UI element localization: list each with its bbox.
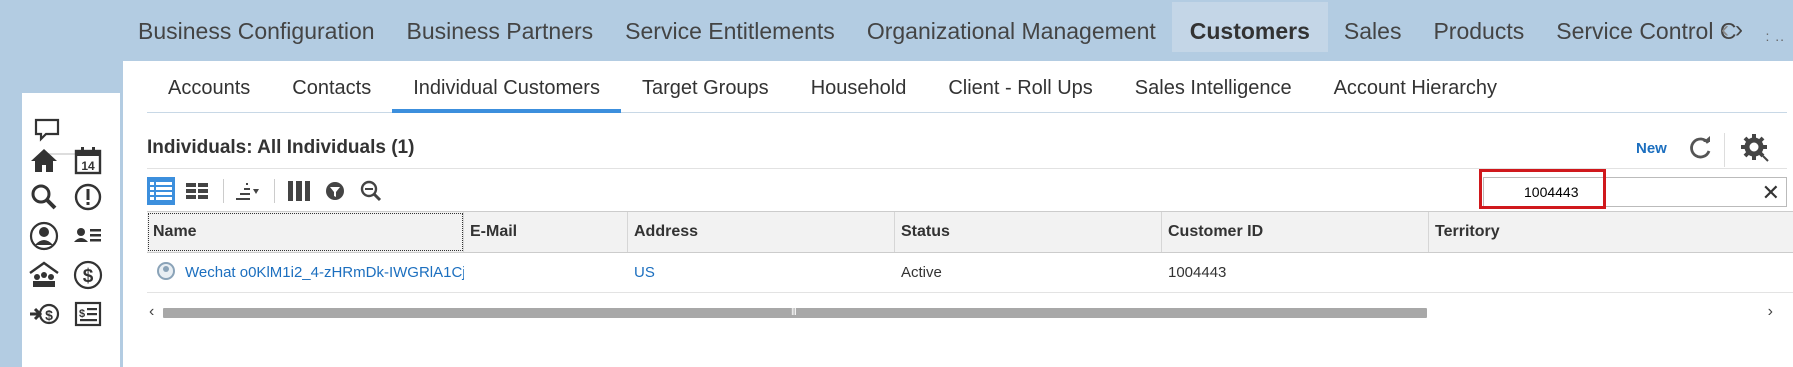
scroll-right-icon[interactable]: › (1768, 303, 1773, 321)
column-header-customer-id[interactable]: Customer ID (1162, 212, 1429, 252)
refresh-icon[interactable] (1686, 134, 1714, 162)
grid-view-icon[interactable] (183, 177, 211, 205)
tab-business-partners[interactable]: Business Partners (391, 2, 610, 52)
gear-icon[interactable] (1739, 132, 1769, 162)
chat-icon[interactable] (32, 115, 62, 145)
home-icon[interactable] (28, 145, 60, 177)
view-tabs: Accounts Contacts Individual Customers T… (147, 61, 1787, 113)
cell-customer-id: 1004443 (1168, 264, 1227, 281)
tab-organizational-management[interactable]: Organizational Management (851, 2, 1172, 52)
tab-contacts[interactable]: Contacts (271, 61, 392, 113)
person-icon[interactable] (28, 220, 60, 252)
column-header-email[interactable]: E-Mail (464, 212, 628, 252)
chevron-right-icon[interactable]: › (1735, 16, 1743, 44)
new-button[interactable]: New (1636, 140, 1667, 157)
svg-text:$: $ (79, 308, 85, 320)
table-row[interactable]: Wechat o0KlM1i2_4-zHRmDk-IWGRlA1Cjc US A… (147, 253, 1793, 293)
list-toolbar (147, 174, 393, 208)
price-list-icon[interactable]: $ (72, 298, 104, 330)
organization-icon[interactable] (28, 259, 60, 291)
search-icon[interactable] (28, 181, 60, 213)
svg-text:$: $ (45, 307, 53, 323)
tab-household[interactable]: Household (790, 61, 928, 113)
scroll-left-icon[interactable]: ‹ (149, 303, 154, 321)
chevron-left-icon[interactable]: ‹ (1721, 16, 1729, 44)
cell-email (464, 253, 628, 292)
list-title: Individuals: All Individuals (1) (147, 137, 415, 158)
alert-icon[interactable] (72, 181, 104, 213)
table-header: Name E-Mail Address Status Customer ID T… (147, 211, 1793, 253)
toolbar-divider (274, 179, 275, 203)
left-icon-bar: 14 $ $ $ (22, 93, 120, 367)
column-header-territory[interactable]: Territory (1429, 212, 1793, 252)
work-center-nav: Business Configuration Business Partners… (122, 0, 1793, 60)
annotation-highlight (1479, 169, 1606, 209)
toolbar-divider (1724, 133, 1725, 167)
tab-account-hierarchy[interactable]: Account Hierarchy (1313, 61, 1518, 113)
payment-icon[interactable]: $ (28, 298, 60, 330)
scrollbar-thumb[interactable]: ||| (163, 305, 1427, 318)
sort-icon[interactable] (234, 177, 262, 205)
tab-customers[interactable]: Customers (1171, 2, 1328, 52)
dollar-icon[interactable]: $ (72, 259, 104, 291)
list-view-icon[interactable] (147, 177, 175, 205)
tab-sales[interactable]: Sales (1328, 2, 1418, 52)
cell-name: Wechat o0KlM1i2_4-zHRmDk-IWGRlA1Cjc (147, 253, 464, 292)
tab-client-roll-ups[interactable]: Client - Roll Ups (927, 61, 1113, 113)
nav-scroll-arrows: ‹ › (1721, 16, 1743, 44)
calendar-icon[interactable]: 14 (72, 145, 104, 177)
tab-target-groups[interactable]: Target Groups (621, 61, 790, 113)
tab-sales-intelligence[interactable]: Sales Intelligence (1114, 61, 1313, 113)
main-panel: Accounts Contacts Individual Customers T… (123, 61, 1793, 367)
tab-accounts[interactable]: Accounts (147, 61, 271, 113)
results-table: Name E-Mail Address Status Customer ID T… (147, 211, 1793, 293)
cell-address: US (628, 253, 895, 292)
horizontal-scrollbar[interactable]: ‹ ||| › (147, 303, 1793, 322)
person-icon (157, 262, 175, 281)
customer-name-link[interactable]: Wechat o0KlM1i2_4-zHRmDk-IWGRlA1Cjc (185, 264, 464, 281)
column-header-name[interactable]: Name (147, 212, 464, 252)
svg-text:$: $ (83, 266, 94, 287)
grip-icon: ||| (791, 305, 797, 316)
ellipsis-icon[interactable]: : .. (1765, 28, 1785, 44)
tab-service-entitlements[interactable]: Service Entitlements (609, 2, 851, 52)
close-icon[interactable]: ✕ (1762, 180, 1780, 206)
filter-icon[interactable] (321, 177, 349, 205)
zoom-search-icon[interactable] (357, 177, 385, 205)
columns-icon[interactable] (285, 177, 313, 205)
column-header-status[interactable]: Status (895, 212, 1162, 252)
contacts-list-icon[interactable] (72, 220, 104, 252)
toolbar-divider (223, 179, 224, 203)
cell-territory (1429, 253, 1793, 292)
column-header-address[interactable]: Address (628, 212, 895, 252)
tab-products[interactable]: Products (1417, 2, 1540, 52)
cell-status: Active (901, 264, 942, 281)
address-link[interactable]: US (634, 264, 655, 281)
tab-business-configuration[interactable]: Business Configuration (122, 2, 391, 52)
tab-individual-customers[interactable]: Individual Customers (392, 61, 621, 113)
calendar-day: 14 (81, 159, 95, 173)
